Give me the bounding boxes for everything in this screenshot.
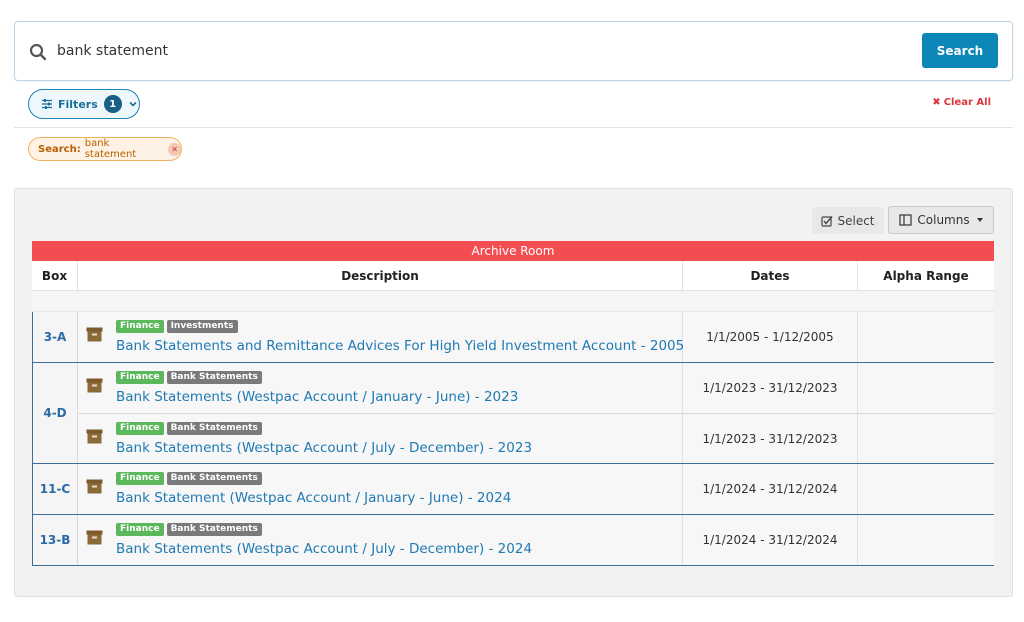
archive-box-icon: [86, 530, 103, 545]
column-header-alpha-range[interactable]: Alpha Range: [858, 261, 994, 290]
description-cell: Finance Bank Statements Bank Statement (We…: [78, 464, 683, 514]
alpha-range-cell: [858, 312, 994, 362]
filters-button[interactable]: Filters 1: [28, 89, 140, 119]
category-tag: Bank Statements: [166, 472, 262, 485]
box-cell[interactable]: 3-A: [33, 312, 78, 362]
category-tag: Investments: [166, 320, 238, 333]
dates-cell: 1/1/2024 - 31/12/2024: [683, 464, 858, 514]
table-row[interactable]: Finance Bank Statements Bank Statements (W…: [78, 515, 994, 565]
column-header-box[interactable]: Box: [32, 261, 78, 290]
category-tag: Finance: [116, 422, 164, 435]
chevron-down-icon: [129, 101, 137, 107]
columns-label: Columns: [917, 213, 970, 227]
table-header: Box Description Dates Alpha Range: [32, 261, 994, 291]
tag-list: Finance Investments: [116, 320, 238, 333]
archive-box-icon: [86, 378, 103, 393]
category-tag: Finance: [116, 472, 164, 485]
box-cell[interactable]: 13-B: [33, 515, 78, 565]
close-icon: ✖: [932, 97, 941, 108]
alpha-range-cell: [858, 363, 994, 413]
category-tag: Bank Statements: [166, 371, 262, 384]
category-tag: Finance: [116, 371, 164, 384]
table-row[interactable]: Finance Bank Statements Bank Statement (We…: [78, 464, 994, 514]
table-group: 13-B Finance Bank Statements Bank Statement…: [32, 515, 994, 566]
remove-chip-icon[interactable]: ✕: [168, 142, 181, 156]
filters-count-badge: 1: [103, 95, 122, 113]
clear-all-link[interactable]: ✖ Clear All: [932, 97, 991, 108]
table-row[interactable]: Finance Bank Statements Bank Statements (W…: [78, 363, 994, 413]
category-tag: Finance: [116, 523, 164, 536]
column-header-dates[interactable]: Dates: [683, 261, 858, 290]
box-cell[interactable]: 4-D: [33, 363, 78, 463]
box-cell[interactable]: 11-C: [33, 464, 78, 514]
description-link[interactable]: Bank Statements (Westpac Account / July …: [116, 440, 532, 456]
select-button[interactable]: Select: [812, 207, 884, 234]
tag-list: Finance Bank Statements: [116, 472, 262, 485]
description-cell: Finance Investments Bank Statements and Re…: [78, 312, 684, 362]
search-input[interactable]: [57, 36, 757, 66]
filters-label: Filters: [58, 97, 98, 111]
dates-cell: 1/1/2023 - 31/12/2023: [683, 363, 858, 413]
description-link[interactable]: Bank Statements (Westpac Account / Janua…: [116, 389, 518, 405]
sliders-icon: [42, 99, 52, 109]
description-link[interactable]: Bank Statement (Westpac Account / Januar…: [116, 490, 511, 506]
dates-cell: 1/1/2023 - 31/12/2023: [683, 414, 858, 463]
chip-value: bank statement: [84, 138, 137, 160]
description-cell: Finance Bank Statements Bank Statements (W…: [78, 515, 683, 565]
archive-box-icon: [86, 327, 103, 342]
category-tag: Bank Statements: [166, 422, 262, 435]
select-label: Select: [837, 213, 875, 228]
columns-button[interactable]: Columns: [888, 206, 994, 234]
results-table: Archive Room Box Description Dates Alpha…: [32, 241, 994, 566]
description-cell: Finance Bank Statements Bank Statements (W…: [78, 414, 683, 463]
dates-cell: 1/1/2024 - 31/12/2024: [683, 515, 858, 565]
caret-down-icon: [976, 218, 983, 222]
search-icon: [29, 43, 47, 61]
category-tag: Bank Statements: [166, 523, 262, 536]
filter-row-spacer: [32, 291, 994, 312]
search-button[interactable]: Search: [922, 33, 998, 68]
table-row[interactable]: Finance Bank Statements Bank Statements (W…: [78, 413, 994, 463]
tag-list: Finance Bank Statements: [116, 422, 262, 435]
archive-box-icon: [86, 479, 103, 494]
columns-icon: [899, 214, 912, 226]
category-tag: Finance: [116, 320, 164, 333]
checkbox-icon: [821, 215, 834, 227]
clear-all-label: Clear All: [943, 97, 991, 108]
description-link[interactable]: Bank Statements (Westpac Account / July …: [116, 541, 532, 557]
table-group: 11-C Finance Bank Statements Bank Statement…: [32, 464, 994, 515]
dates-cell: 1/1/2005 - 1/12/2005: [683, 312, 858, 362]
description-cell: Finance Bank Statements Bank Statements (W…: [78, 363, 683, 413]
column-header-description[interactable]: Description: [78, 261, 683, 290]
search-filter-chip: Search: bank statement ✕: [28, 137, 182, 161]
search-bar: Search: [14, 21, 1013, 81]
filter-bar: Filters 1 ✖ Clear All: [14, 82, 1013, 128]
table-row[interactable]: Finance Investments Bank Statements and Re…: [78, 312, 994, 362]
alpha-range-cell: [858, 464, 994, 514]
table-body: 3-A Finance Investments Bank Statements and…: [32, 312, 994, 566]
tag-list: Finance Bank Statements: [116, 523, 262, 536]
archive-box-icon: [86, 429, 103, 444]
alpha-range-cell: [858, 515, 994, 565]
tag-list: Finance Bank Statements: [116, 371, 262, 384]
archive-room-header: Archive Room: [32, 241, 994, 261]
table-group: 4-D Finance Bank Statements Bank Statements…: [32, 363, 994, 464]
alpha-range-cell: [858, 414, 994, 463]
table-group: 3-A Finance Investments Bank Statements and…: [32, 312, 994, 363]
description-link[interactable]: Bank Statements and Remittance Advices F…: [116, 338, 684, 354]
chip-key: Search:: [38, 143, 81, 155]
results-panel: Select Columns Archive Room Box Descript…: [14, 188, 1013, 597]
